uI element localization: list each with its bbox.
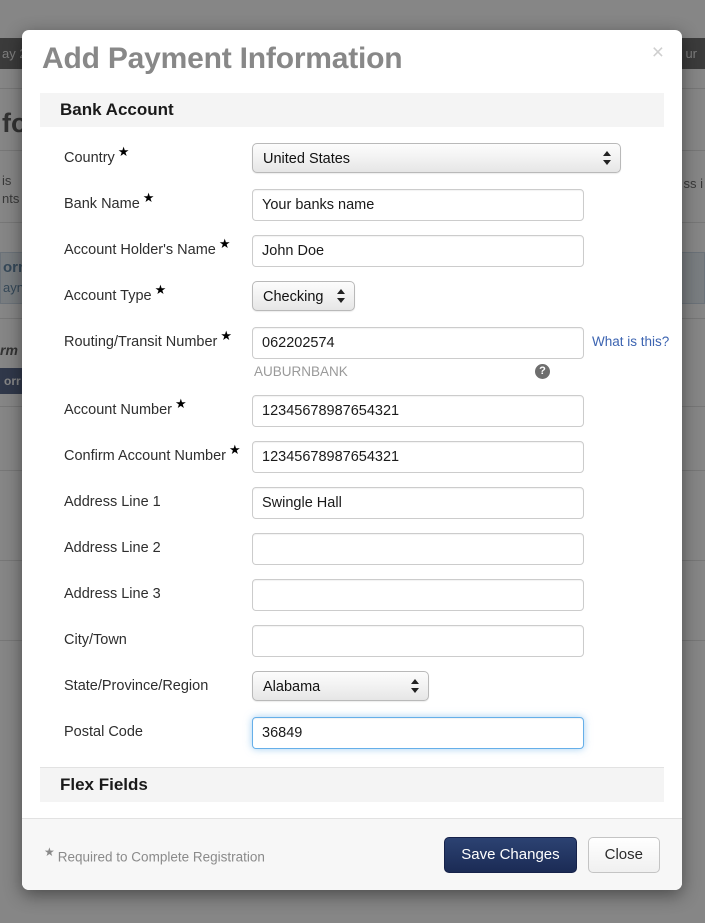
address-line-1-input[interactable]	[252, 487, 584, 519]
section-header-flex-fields: Flex Fields	[40, 767, 664, 802]
control-account-number	[252, 395, 664, 427]
form-row-account-holder-name: Account Holder's Name ★	[22, 235, 682, 281]
required-star: ★	[154, 282, 167, 298]
what-is-this-link[interactable]: What is this?	[592, 334, 669, 349]
required-star: ★	[218, 236, 231, 252]
label-account-holder-name: Account Holder's Name ★	[64, 236, 231, 258]
account-holder-name-input[interactable]	[252, 235, 584, 267]
routing-bank-name-hint: AUBURNBANK ?	[252, 364, 584, 382]
form-row-bank-name: Bank Name ★	[22, 189, 682, 235]
form-row-postal-code: Postal Code	[22, 717, 682, 757]
bank-name-input[interactable]	[252, 189, 584, 221]
chevron-updown-icon	[603, 151, 611, 165]
routing-bank-name-text: AUBURNBANK	[254, 364, 348, 379]
modal-header: Add Payment Information ×	[22, 30, 682, 92]
state-select-value: Alabama	[263, 679, 321, 695]
routing-number-input[interactable]	[252, 327, 584, 359]
chevron-updown-icon	[337, 289, 345, 303]
control-address-line-1	[252, 487, 664, 519]
label-address-line-3: Address Line 3	[64, 586, 161, 602]
save-changes-button[interactable]: Save Changes	[444, 836, 577, 873]
address-line-2-input[interactable]	[252, 533, 584, 565]
modal-footer: ★ Required to Complete Registration Save …	[22, 818, 682, 890]
form-row-address-line-1: Address Line 1	[22, 487, 682, 533]
form-row-confirm-account-number: Confirm Account Number ★	[22, 441, 682, 487]
address-line-3-input[interactable]	[252, 579, 584, 611]
form-row-country: Country ★ United States	[22, 143, 682, 189]
city-town-input[interactable]	[252, 625, 584, 657]
footer-buttons: Save Changes Close	[444, 836, 660, 873]
add-payment-information-modal: Add Payment Information × Bank Account C…	[22, 30, 682, 890]
help-circle-icon[interactable]: ?	[535, 364, 550, 379]
form-row-address-line-3: Address Line 3	[22, 579, 682, 625]
label-address-line-2: Address Line 2	[64, 540, 161, 556]
account-number-input[interactable]	[252, 395, 584, 427]
form-row-address-line-2: Address Line 2	[22, 533, 682, 579]
postal-code-input[interactable]	[252, 717, 584, 749]
label-confirm-account-number: Confirm Account Number ★	[64, 442, 241, 464]
bank-account-form: Country★ United States Bank Name★ Accoun…	[22, 127, 682, 767]
required-star: ★	[142, 190, 155, 206]
form-row-account-type: Account Type ★ Checking	[22, 281, 682, 327]
label-bank-name: Bank Name ★	[64, 190, 155, 212]
form-row-routing-number: Routing/Transit Number★ What is this? AU…	[22, 327, 682, 395]
account-type-select-value: Checking	[263, 289, 324, 305]
control-address-line-3	[252, 579, 664, 611]
control-account-type: Checking	[252, 281, 664, 311]
control-address-line-2	[252, 533, 664, 565]
modal-body: Bank Account Country ★ United States Bank…	[22, 92, 682, 818]
control-account-holder-name	[252, 235, 664, 267]
label-postal-code: Postal Code	[64, 724, 143, 740]
required-note-text: Required to Complete Registration	[57, 849, 265, 865]
country-select-value: United States	[263, 151, 351, 167]
form-row-account-number: Account Number ★	[22, 395, 682, 441]
control-city-town	[252, 625, 664, 657]
required-star: ★	[175, 396, 187, 412]
close-icon[interactable]: ×	[652, 42, 664, 63]
section-header-bank-account: Bank Account	[40, 93, 664, 127]
chevron-updown-icon	[411, 679, 419, 693]
required-star: ★	[220, 328, 233, 344]
label-address-line-1: Address Line 1	[64, 494, 161, 510]
control-postal-code	[252, 717, 664, 749]
account-type-select[interactable]: Checking	[252, 281, 355, 311]
label-city-town: City/Town	[64, 632, 127, 648]
control-confirm-account-number	[252, 441, 664, 473]
state-province-region-select[interactable]: Alabama	[252, 671, 429, 701]
required-note: ★ Required to Complete Registration	[44, 845, 265, 865]
country-select[interactable]: United States	[252, 143, 621, 173]
control-country: United States	[252, 143, 664, 173]
label-account-number: Account Number ★	[64, 396, 187, 418]
control-state-province-region: Alabama	[252, 671, 664, 701]
label-country: Country ★	[64, 144, 130, 166]
required-note-star: ★	[44, 844, 55, 859]
form-row-state-province-region: State/Province/Region Alabama	[22, 671, 682, 717]
required-star: ★	[228, 442, 241, 458]
control-bank-name	[252, 189, 664, 221]
close-button[interactable]: Close	[587, 836, 660, 873]
label-routing-number: Routing/Transit Number ★	[64, 328, 233, 350]
control-routing-number: What is this? AUBURNBANK ?	[252, 327, 669, 382]
confirm-account-number-input[interactable]	[252, 441, 584, 473]
label-account-type: Account Type ★	[64, 282, 167, 304]
form-row-city-town: City/Town	[22, 625, 682, 671]
required-star: ★	[117, 144, 130, 160]
label-state-province-region: State/Province/Region	[64, 678, 209, 694]
modal-title: Add Payment Information	[42, 42, 403, 75]
